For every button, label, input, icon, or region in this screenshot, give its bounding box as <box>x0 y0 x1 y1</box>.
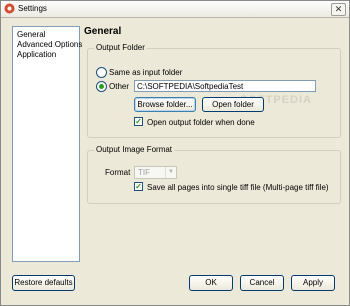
chevron-down-icon: ▼ <box>165 167 176 178</box>
nav-item-advanced-options[interactable]: Advanced Options <box>17 40 82 49</box>
output-path-field[interactable]: C:\SOFTPEDIA\SoftpediaTest <box>134 80 316 92</box>
apply-button[interactable]: Apply <box>291 275 335 291</box>
format-select[interactable]: TIF ▼ <box>134 166 177 179</box>
checkmark-icon: ✓ <box>135 182 142 191</box>
open-when-done-label: Open output folder when done <box>147 118 255 127</box>
close-icon: ✕ <box>334 4 343 14</box>
other-folder-label: Other <box>109 82 130 91</box>
checkmark-icon: ✓ <box>135 117 142 126</box>
open-folder-button[interactable]: Open folder <box>202 97 264 112</box>
title-bar[interactable]: Settings ✕ <box>1 1 349 18</box>
settings-nav-list: General Advanced Options Application <box>12 26 82 262</box>
settings-window: Settings ✕ General Advanced Options Appl… <box>0 0 350 306</box>
same-as-input-label: Same as input folder <box>109 68 183 77</box>
nav-item-general[interactable]: General <box>17 30 45 39</box>
nav-item-application[interactable]: Application <box>17 50 56 59</box>
output-folder-group-label: Output Folder <box>94 43 147 52</box>
ok-button[interactable]: OK <box>189 275 233 291</box>
format-select-value: TIF <box>138 168 150 177</box>
output-format-group-label: Output Image Format <box>94 145 175 154</box>
same-as-input-radio[interactable] <box>96 67 107 78</box>
restore-defaults-button[interactable]: Restore defaults <box>12 275 75 291</box>
save-all-pages-checkbox[interactable]: ✓ <box>134 182 143 191</box>
format-label: Format <box>105 168 131 177</box>
close-button[interactable]: ✕ <box>331 3 346 16</box>
open-when-done-checkbox[interactable]: ✓ <box>134 117 143 126</box>
window-title: Settings <box>18 4 47 13</box>
section-title: General <box>84 26 122 37</box>
browse-folder-button[interactable]: Browse folder... <box>134 97 196 112</box>
settings-app-icon <box>4 3 15 14</box>
save-all-pages-label: Save all pages into single tiff file (Mu… <box>147 183 329 192</box>
other-folder-radio[interactable] <box>96 81 107 92</box>
output-format-group: Output Image Format <box>87 145 341 204</box>
cancel-button[interactable]: Cancel <box>240 275 284 291</box>
